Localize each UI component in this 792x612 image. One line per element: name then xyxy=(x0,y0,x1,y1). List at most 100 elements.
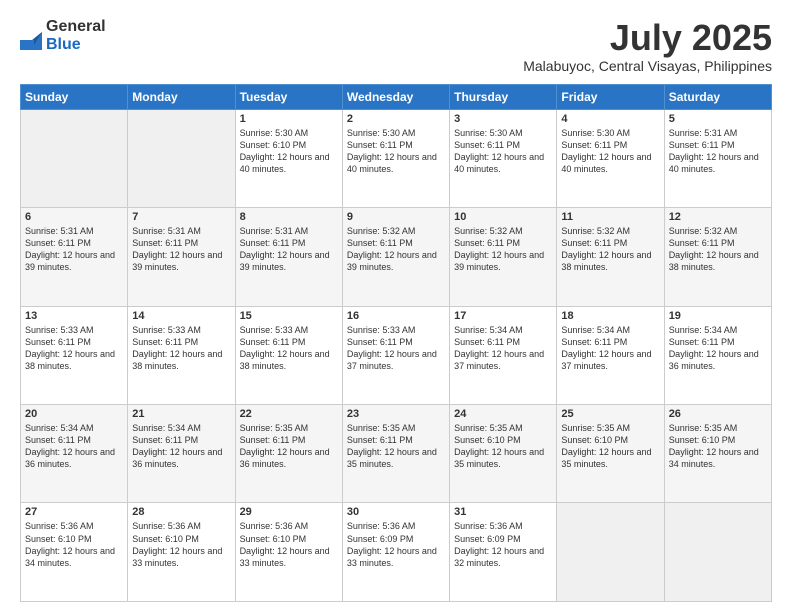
main-title: July 2025 xyxy=(523,18,772,58)
table-row: 19 Sunrise: 5:34 AM Sunset: 6:11 PM Dayli… xyxy=(664,306,771,404)
day-number: 19 xyxy=(669,310,767,322)
day-info: Sunrise: 5:31 AM Sunset: 6:11 PM Dayligh… xyxy=(25,225,123,274)
table-row: 18 Sunrise: 5:34 AM Sunset: 6:11 PM Dayli… xyxy=(557,306,664,404)
day-number: 5 xyxy=(669,113,767,125)
day-number: 10 xyxy=(454,211,552,223)
title-block: July 2025 Malabuyoc, Central Visayas, Ph… xyxy=(523,18,772,74)
table-row: 24 Sunrise: 5:35 AM Sunset: 6:10 PM Dayli… xyxy=(450,405,557,503)
table-row: 5Sunrise: 5:31 AM Sunset: 6:11 PM Daylig… xyxy=(664,109,771,207)
day-info: Sunrise: 5:36 AM Sunset: 6:09 PM Dayligh… xyxy=(347,520,445,569)
table-row: 10 Sunrise: 5:32 AM Sunset: 6:11 PM Dayli… xyxy=(450,208,557,306)
day-number: 24 xyxy=(454,408,552,420)
day-info: Sunrise: 5:34 AM Sunset: 6:11 PM Dayligh… xyxy=(561,324,659,373)
day-number: 16 xyxy=(347,310,445,322)
day-number: 27 xyxy=(25,506,123,518)
day-number: 26 xyxy=(669,408,767,420)
day-number: 6 xyxy=(25,211,123,223)
table-row: 17 Sunrise: 5:34 AM Sunset: 6:11 PM Dayli… xyxy=(450,306,557,404)
day-info: Sunrise: 5:35 AM Sunset: 6:10 PM Dayligh… xyxy=(561,422,659,471)
day-info: Sunrise: 5:30 AM Sunset: 6:11 PM Dayligh… xyxy=(561,127,659,176)
day-number: 21 xyxy=(132,408,230,420)
table-row: 2 Sunrise: 5:30 AM Sunset: 6:11 PM Daylig… xyxy=(342,109,449,207)
day-info: Sunrise: 5:35 AM Sunset: 6:11 PM Dayligh… xyxy=(347,422,445,471)
table-row: 14Sunrise: 5:33 AM Sunset: 6:11 PM Dayli… xyxy=(128,306,235,404)
day-number: 31 xyxy=(454,506,552,518)
table-row: 1Sunrise: 5:30 AM Sunset: 6:10 PM Daylig… xyxy=(235,109,342,207)
day-info: Sunrise: 5:30 AM Sunset: 6:11 PM Dayligh… xyxy=(347,127,445,176)
day-info: Sunrise: 5:36 AM Sunset: 6:09 PM Dayligh… xyxy=(454,520,552,569)
day-number: 4 xyxy=(561,113,659,125)
table-row: 8 Sunrise: 5:31 AM Sunset: 6:11 PM Daylig… xyxy=(235,208,342,306)
day-number: 11 xyxy=(561,211,659,223)
day-number: 23 xyxy=(347,408,445,420)
table-row: 20Sunrise: 5:34 AM Sunset: 6:11 PM Dayli… xyxy=(21,405,128,503)
day-info: Sunrise: 5:32 AM Sunset: 6:11 PM Dayligh… xyxy=(454,225,552,274)
day-info: Sunrise: 5:31 AM Sunset: 6:11 PM Dayligh… xyxy=(240,225,338,274)
col-monday: Monday xyxy=(128,84,235,109)
subtitle: Malabuyoc, Central Visayas, Philippines xyxy=(523,58,772,74)
logo-icon xyxy=(20,22,42,50)
table-row: 12 Sunrise: 5:32 AM Sunset: 6:11 PM Dayli… xyxy=(664,208,771,306)
page: General Blue July 2025 Malabuyoc, Centra… xyxy=(0,0,792,612)
day-info: Sunrise: 5:34 AM Sunset: 6:11 PM Dayligh… xyxy=(454,324,552,373)
day-info: Sunrise: 5:32 AM Sunset: 6:11 PM Dayligh… xyxy=(669,225,767,274)
table-row: 28Sunrise: 5:36 AM Sunset: 6:10 PM Dayli… xyxy=(128,503,235,602)
table-row: 21 Sunrise: 5:34 AM Sunset: 6:11 PM Dayli… xyxy=(128,405,235,503)
table-row: 4 Sunrise: 5:30 AM Sunset: 6:11 PM Daylig… xyxy=(557,109,664,207)
table-row: 29Sunrise: 5:36 AM Sunset: 6:10 PM Dayli… xyxy=(235,503,342,602)
calendar-header-row: Sunday Monday Tuesday Wednesday Thursday… xyxy=(21,84,772,109)
table-row: 11 Sunrise: 5:32 AM Sunset: 6:11 PM Dayli… xyxy=(557,208,664,306)
day-number: 8 xyxy=(240,211,338,223)
day-info: Sunrise: 5:33 AM Sunset: 6:11 PM Dayligh… xyxy=(347,324,445,373)
day-number: 17 xyxy=(454,310,552,322)
col-friday: Friday xyxy=(557,84,664,109)
calendar-week-row: 13Sunrise: 5:33 AM Sunset: 6:11 PM Dayli… xyxy=(21,306,772,404)
col-wednesday: Wednesday xyxy=(342,84,449,109)
table-row: 22 Sunrise: 5:35 AM Sunset: 6:11 PM Dayli… xyxy=(235,405,342,503)
table-row xyxy=(664,503,771,602)
day-number: 7 xyxy=(132,211,230,223)
day-number: 28 xyxy=(132,506,230,518)
logo-text: General Blue xyxy=(46,18,106,53)
day-info: Sunrise: 5:34 AM Sunset: 6:11 PM Dayligh… xyxy=(669,324,767,373)
calendar-week-row: 27 Sunrise: 5:36 AM Sunset: 6:10 PM Dayli… xyxy=(21,503,772,602)
calendar-table: Sunday Monday Tuesday Wednesday Thursday… xyxy=(20,84,772,602)
col-sunday: Sunday xyxy=(21,84,128,109)
col-saturday: Saturday xyxy=(664,84,771,109)
day-info: Sunrise: 5:35 AM Sunset: 6:10 PM Dayligh… xyxy=(669,422,767,471)
col-thursday: Thursday xyxy=(450,84,557,109)
calendar-week-row: 6 Sunrise: 5:31 AM Sunset: 6:11 PM Daylig… xyxy=(21,208,772,306)
table-row: 7 Sunrise: 5:31 AM Sunset: 6:11 PM Daylig… xyxy=(128,208,235,306)
day-number: 12 xyxy=(669,211,767,223)
day-number: 9 xyxy=(347,211,445,223)
table-row: 16 Sunrise: 5:33 AM Sunset: 6:11 PM Dayli… xyxy=(342,306,449,404)
day-info: Sunrise: 5:31 AM Sunset: 6:11 PM Dayligh… xyxy=(132,225,230,274)
day-info: Sunrise: 5:30 AM Sunset: 6:11 PM Dayligh… xyxy=(454,127,552,176)
logo-blue-text: Blue xyxy=(46,36,106,54)
table-row xyxy=(557,503,664,602)
day-info: Sunrise: 5:36 AM Sunset: 6:10 PM Dayligh… xyxy=(25,520,123,569)
day-info: Sunrise: 5:32 AM Sunset: 6:11 PM Dayligh… xyxy=(561,225,659,274)
day-number: 22 xyxy=(240,408,338,420)
day-number: 15 xyxy=(240,310,338,322)
calendar-week-row: 1Sunrise: 5:30 AM Sunset: 6:10 PM Daylig… xyxy=(21,109,772,207)
day-number: 2 xyxy=(347,113,445,125)
table-row: 25 Sunrise: 5:35 AM Sunset: 6:10 PM Dayli… xyxy=(557,405,664,503)
table-row: 9Sunrise: 5:32 AM Sunset: 6:11 PM Daylig… xyxy=(342,208,449,306)
day-number: 3 xyxy=(454,113,552,125)
logo-general-text: General xyxy=(46,18,106,36)
day-info: Sunrise: 5:34 AM Sunset: 6:11 PM Dayligh… xyxy=(132,422,230,471)
logo: General Blue xyxy=(20,18,106,53)
header: General Blue July 2025 Malabuyoc, Centra… xyxy=(20,18,772,74)
day-info: Sunrise: 5:30 AM Sunset: 6:10 PM Dayligh… xyxy=(240,127,338,176)
table-row: 6 Sunrise: 5:31 AM Sunset: 6:11 PM Daylig… xyxy=(21,208,128,306)
col-tuesday: Tuesday xyxy=(235,84,342,109)
day-info: Sunrise: 5:35 AM Sunset: 6:11 PM Dayligh… xyxy=(240,422,338,471)
day-info: Sunrise: 5:35 AM Sunset: 6:10 PM Dayligh… xyxy=(454,422,552,471)
calendar-week-row: 20 Sunrise: 5:34 AM Sunset: 6:11 PM Dayli… xyxy=(21,405,772,503)
day-number: 18 xyxy=(561,310,659,322)
day-number: 14 xyxy=(132,310,230,322)
day-number: 25 xyxy=(561,408,659,420)
day-number: 20 xyxy=(25,408,123,420)
table-row: 30Sunrise: 5:36 AM Sunset: 6:09 PM Dayli… xyxy=(342,503,449,602)
